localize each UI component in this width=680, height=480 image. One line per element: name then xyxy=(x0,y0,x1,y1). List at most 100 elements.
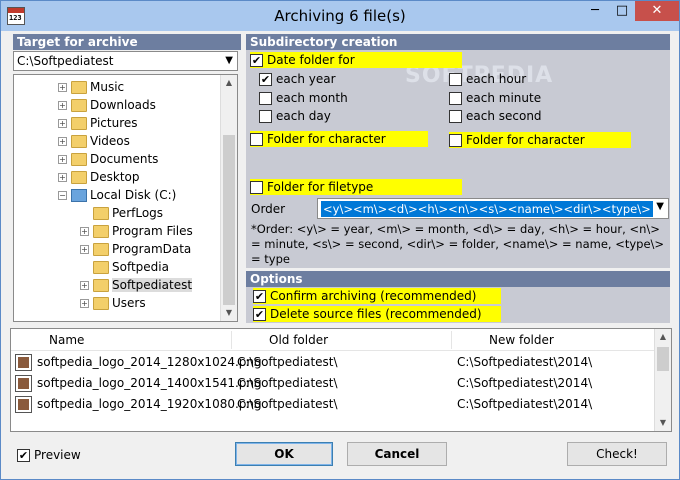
tree-item-softpedia[interactable]: +Softpedia xyxy=(80,258,169,276)
expand-icon[interactable]: + xyxy=(58,155,67,164)
scroll-up-icon[interactable]: ▲ xyxy=(221,75,237,91)
col-old-folder-header[interactable]: Old folder xyxy=(269,333,328,347)
folder-icon xyxy=(93,279,109,292)
checkbox-box[interactable] xyxy=(449,73,462,86)
expand-icon[interactable]: + xyxy=(80,245,89,254)
each-month-checkbox[interactable]: each month xyxy=(259,90,348,106)
expand-icon[interactable]: + xyxy=(80,227,89,236)
each-month-label: each month xyxy=(276,91,348,105)
file-list-scrollbar[interactable]: ▲ ▼ xyxy=(654,329,671,431)
each-minute-checkbox[interactable]: each minute xyxy=(449,90,541,106)
each-day-checkbox[interactable]: each day xyxy=(259,108,331,124)
checkbox-box[interactable] xyxy=(250,181,263,194)
order-help-text: *Order: <y\> = year, <m\> = month, <d\> … xyxy=(251,222,665,266)
expand-icon[interactable]: + xyxy=(80,299,89,308)
tree-item-softpediatest[interactable]: + Softpediatest xyxy=(80,276,193,294)
checkbox-box[interactable]: ✔ xyxy=(250,54,263,67)
file-name: softpedia_logo_2014_1920x1080.png xyxy=(37,397,262,411)
minimize-button[interactable]: ─ xyxy=(581,1,609,21)
tree-item-desktop[interactable]: + Desktop xyxy=(58,168,140,186)
target-path-combo[interactable]: C:\Softpediatest ▼ xyxy=(13,51,238,71)
confirm-archiving-checkbox[interactable]: ✔ Confirm archiving (recommended) xyxy=(253,288,501,304)
check-button[interactable]: Check! xyxy=(567,442,667,466)
ok-button[interactable]: OK xyxy=(235,442,333,466)
each-year-checkbox[interactable]: ✔ each year xyxy=(259,71,336,87)
expand-icon[interactable]: + xyxy=(58,119,67,128)
cancel-button[interactable]: Cancel xyxy=(347,442,447,466)
folder-icon xyxy=(93,225,109,238)
order-combo[interactable]: <y\><m\><d\><h\><n\><s\><name\><dir\><ty… xyxy=(317,198,669,219)
expand-icon[interactable]: + xyxy=(58,137,67,146)
tree-item-downloads[interactable]: + Downloads xyxy=(58,96,156,114)
tree-item-label: Softpediatest xyxy=(112,278,193,292)
tree-item-documents[interactable]: + Documents xyxy=(58,150,158,168)
scroll-up-icon[interactable]: ▲ xyxy=(655,329,671,345)
old-folder: C:\Softpediatest\ xyxy=(237,376,338,390)
confirm-archiving-label: Confirm archiving (recommended) xyxy=(270,289,477,303)
checkbox-box[interactable]: ✔ xyxy=(259,73,272,86)
each-day-label: each day xyxy=(276,109,331,123)
checkbox-box[interactable]: ✔ xyxy=(253,308,266,321)
expand-icon[interactable]: + xyxy=(58,173,67,182)
tree-item-pictures[interactable]: + Pictures xyxy=(58,114,138,132)
scroll-thumb[interactable] xyxy=(657,347,669,371)
checkbox-box[interactable] xyxy=(449,92,462,105)
tree-item-programdata[interactable]: + ProgramData xyxy=(80,240,191,258)
collapse-icon[interactable]: − xyxy=(58,191,67,200)
checkbox-box[interactable] xyxy=(259,92,272,105)
chevron-down-icon[interactable]: ▼ xyxy=(225,52,233,70)
order-label: Order xyxy=(251,202,286,216)
preview-checkbox[interactable]: ✔ Preview xyxy=(17,447,81,463)
checkbox-box[interactable] xyxy=(259,110,272,123)
table-row[interactable]: softpedia_logo_2014_1280x1024.png C:\Sof… xyxy=(11,353,655,373)
tree-item-videos[interactable]: + Videos xyxy=(58,132,130,150)
each-minute-label: each minute xyxy=(466,91,542,105)
tree-item-perflogs[interactable]: +PerfLogs xyxy=(80,204,163,222)
tree-item-local-disk[interactable]: − Local Disk (C:) xyxy=(58,186,176,204)
expand-icon[interactable]: + xyxy=(58,83,67,92)
table-row[interactable]: softpedia_logo_2014_1400x1541.png C:\Sof… xyxy=(11,374,655,394)
checkbox-box[interactable] xyxy=(449,110,462,123)
window-title: Archiving 6 file(s) xyxy=(274,7,406,25)
tree-scrollbar[interactable]: ▲ ▼ xyxy=(220,75,237,321)
documents-folder-icon xyxy=(71,153,87,166)
tree-item-users[interactable]: + Users xyxy=(80,294,146,312)
preview-label: Preview xyxy=(34,448,81,462)
close-button[interactable]: ✕ xyxy=(635,1,679,21)
music-folder-icon xyxy=(71,81,87,94)
folder-character-checkbox-2[interactable]: Folder for character xyxy=(449,132,631,148)
expand-icon[interactable]: + xyxy=(58,101,67,110)
checkbox-box[interactable] xyxy=(449,134,462,147)
each-second-checkbox[interactable]: each second xyxy=(449,108,542,124)
expand-icon[interactable]: + xyxy=(80,281,89,290)
folder-tree[interactable]: + Music + Downloads + Pictures + Videos + Doc… xyxy=(13,74,238,322)
each-year-label: each year xyxy=(276,72,336,86)
table-row[interactable]: softpedia_logo_2014_1920x1080.png C:\Sof… xyxy=(11,395,655,415)
scroll-down-icon[interactable]: ▼ xyxy=(655,415,671,431)
image-file-icon xyxy=(15,375,32,392)
title-bar[interactable]: 123 Archiving 6 file(s) ─ □ ✕ xyxy=(1,1,679,31)
column-separator xyxy=(231,331,232,349)
col-name-header[interactable]: Name xyxy=(49,333,84,347)
col-new-folder-header[interactable]: New folder xyxy=(489,333,554,347)
tree-item-label: Local Disk (C:) xyxy=(90,188,177,202)
each-hour-checkbox[interactable]: each hour xyxy=(449,71,526,87)
file-list[interactable]: Name Old folder New folder softpedia_log… xyxy=(10,328,672,432)
checkbox-box[interactable]: ✔ xyxy=(17,449,30,462)
maximize-button[interactable]: □ xyxy=(609,1,635,21)
thumbnail-picture xyxy=(18,399,29,410)
folder-character-checkbox-1[interactable]: Folder for character xyxy=(250,131,428,147)
chevron-down-icon[interactable]: ▼ xyxy=(656,201,664,212)
scroll-thumb[interactable] xyxy=(223,135,235,305)
scroll-down-icon[interactable]: ▼ xyxy=(221,305,237,321)
order-value[interactable]: <y\><m\><d\><h\><n\><s\><name\><dir\><ty… xyxy=(321,201,653,217)
date-folder-checkbox[interactable]: ✔ Date folder for xyxy=(250,52,462,68)
column-separator xyxy=(451,331,452,349)
checkbox-box[interactable]: ✔ xyxy=(253,290,266,303)
folder-filetype-checkbox[interactable]: Folder for filetype xyxy=(250,179,462,195)
delete-source-checkbox[interactable]: ✔ Delete source files (recommended) xyxy=(253,306,501,322)
checkbox-box[interactable] xyxy=(250,133,263,146)
target-path-value: C:\Softpediatest xyxy=(17,54,114,68)
tree-item-music[interactable]: + Music xyxy=(58,78,124,96)
tree-item-program-files[interactable]: + Program Files xyxy=(80,222,193,240)
